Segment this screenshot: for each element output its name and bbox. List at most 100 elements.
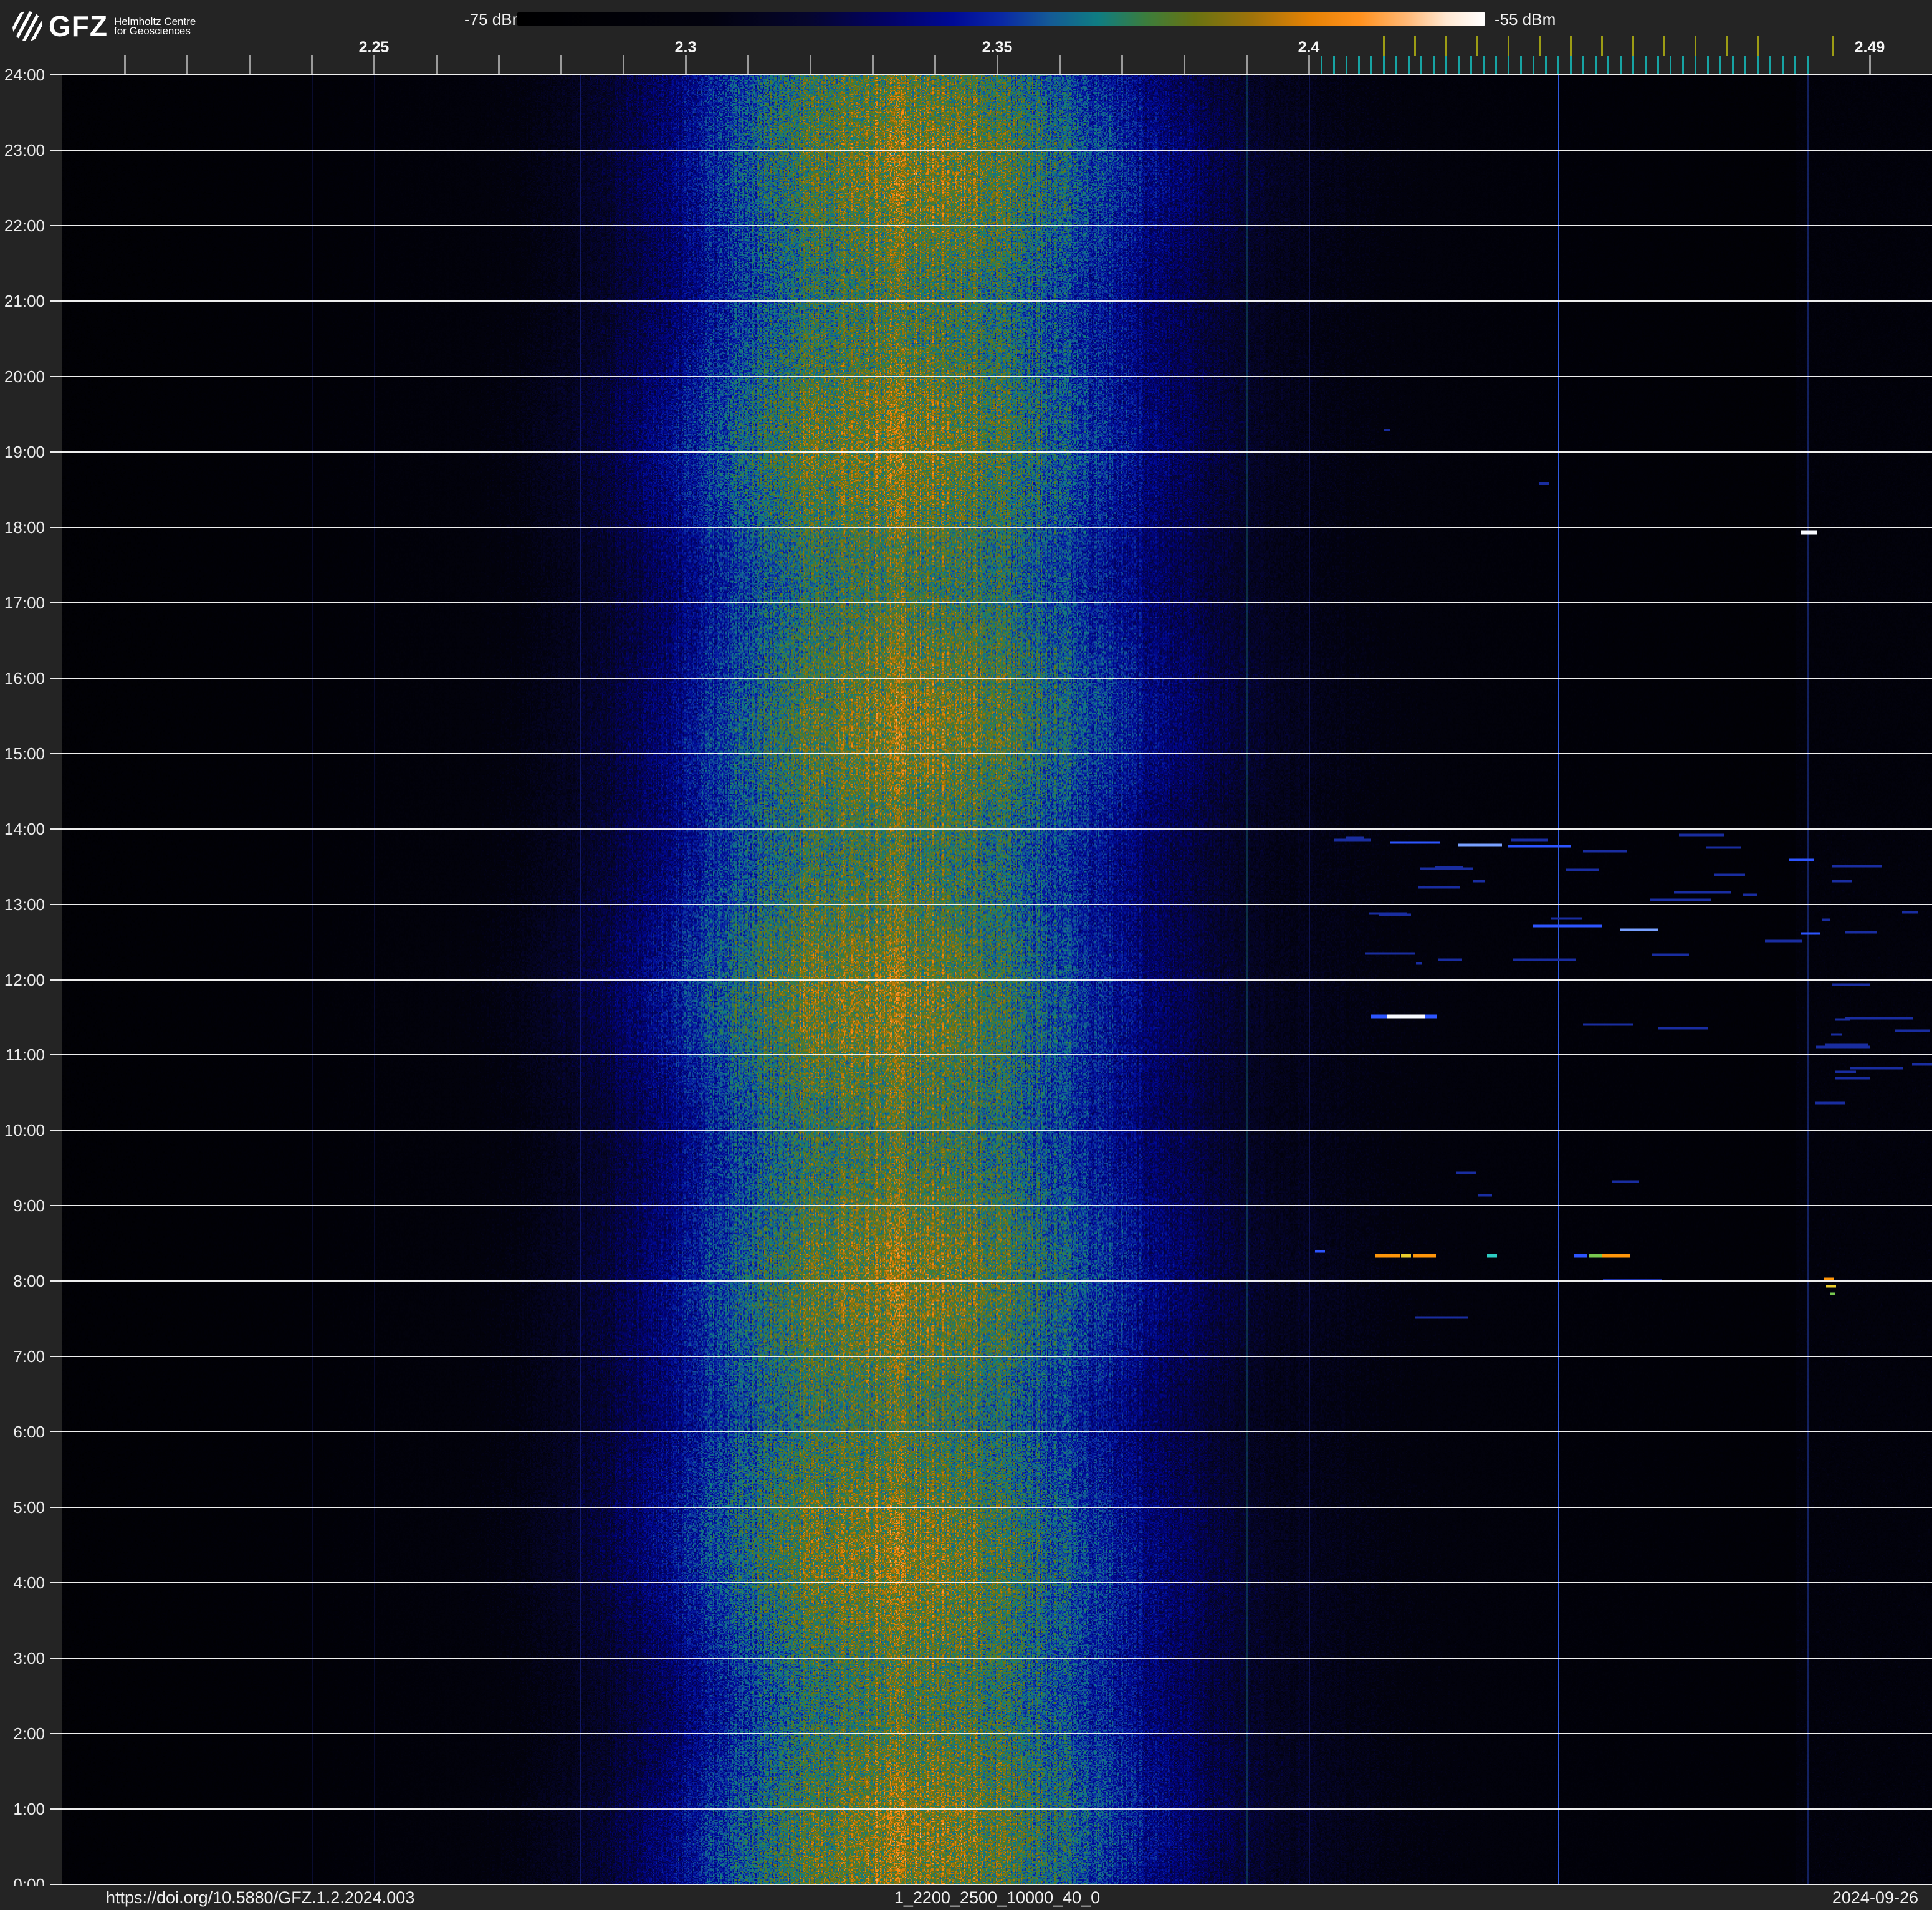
- bluetooth-channel-tick: [1345, 56, 1347, 74]
- bluetooth-channel-tick: [1794, 56, 1796, 74]
- hour-tick-label: 9:00: [13, 1196, 45, 1216]
- freq-tick: [560, 55, 562, 74]
- hour-tick-label: 20:00: [4, 367, 45, 386]
- hour-gridline: [50, 1130, 1932, 1131]
- hour-tick-label: 19:00: [4, 442, 45, 461]
- wifi-channel-tick: [1538, 36, 1541, 56]
- bluetooth-channel-tick: [1694, 56, 1696, 74]
- hour-gridline: [50, 300, 1932, 302]
- wifi-channel-tick: [1382, 36, 1385, 56]
- hour-tick-label: 23:00: [4, 140, 45, 160]
- bluetooth-channel-tick: [1494, 56, 1497, 74]
- wifi-channel-tick: [1694, 36, 1696, 56]
- wifi-channel-tick: [1725, 36, 1728, 56]
- bluetooth-channel-tick: [1457, 56, 1460, 74]
- hour-gridline: [50, 752, 1932, 754]
- bluetooth-channel-tick: [1557, 56, 1559, 74]
- wifi-channel-tick: [1507, 36, 1509, 56]
- bluetooth-channel-tick: [1382, 56, 1385, 74]
- wifi-channel-tick: [1756, 36, 1759, 56]
- bluetooth-channel-tick: [1320, 56, 1322, 74]
- hour-gridline: [50, 224, 1932, 226]
- hour-tick-label: 18:00: [4, 517, 45, 537]
- colorbar: [517, 12, 1485, 26]
- hour-gridline: [50, 1205, 1932, 1207]
- wifi-channel-tick: [1569, 36, 1572, 56]
- gfz-tagline-line2: for Geosciences: [113, 25, 191, 37]
- spectrogram-page: GFZ Helmholtz Centre for Geosciences -75…: [0, 0, 1932, 1910]
- bluetooth-channel-tick: [1706, 56, 1709, 74]
- bluetooth-channel-tick: [1470, 56, 1472, 74]
- hour-tick-label: 24:00: [4, 65, 45, 84]
- hour-tick-label: 22:00: [4, 216, 45, 235]
- freq-tick: [248, 55, 251, 74]
- wifi-channel-tick: [1413, 36, 1416, 56]
- hour-gridline: [50, 1582, 1932, 1584]
- hour-gridline: [50, 149, 1932, 151]
- gfz-logo: GFZ Helmholtz Centre for Geosciences: [12, 11, 196, 41]
- hour-tick-label: 6:00: [13, 1423, 45, 1442]
- freq-tick: [871, 55, 874, 74]
- bluetooth-channel-tick: [1669, 56, 1671, 74]
- hour-tick-label: 13:00: [4, 895, 45, 914]
- bluetooth-channel-tick: [1482, 56, 1485, 74]
- wifi-channel-tick: [1476, 36, 1478, 56]
- hour-gridline: [50, 1280, 1932, 1282]
- bluetooth-channel-tick: [1445, 56, 1447, 74]
- hour-tick-label: 8:00: [13, 1272, 45, 1291]
- hour-gridline: [50, 1356, 1932, 1358]
- hour-gridline: [50, 602, 1932, 603]
- freq-tick-label: 2.25: [358, 39, 390, 56]
- bluetooth-channel-tick: [1756, 56, 1759, 74]
- hour-gridline: [50, 1808, 1932, 1810]
- bluetooth-channel-tick: [1407, 56, 1410, 74]
- hour-tick-label: 2:00: [13, 1724, 45, 1744]
- hour-gridline: [50, 526, 1932, 528]
- hour-tick-label: 21:00: [4, 291, 45, 310]
- wifi-channel-tick: [1600, 36, 1603, 56]
- bluetooth-channel-tick: [1432, 56, 1435, 74]
- freq-tick: [373, 55, 375, 74]
- bluetooth-channel-tick: [1731, 56, 1734, 74]
- hour-tick-label: 7:00: [13, 1347, 45, 1366]
- freq-tick: [934, 55, 936, 74]
- freq-tick: [996, 55, 998, 74]
- bluetooth-channel-tick: [1569, 56, 1572, 74]
- hour-gridline: [50, 903, 1932, 905]
- colorbar-max-label: -55 dBm: [1494, 10, 1556, 29]
- hour-tick-label: 10:00: [4, 1121, 45, 1140]
- hour-gridline: [50, 1884, 1932, 1885]
- freq-tick-label: 2.4: [1298, 39, 1320, 56]
- freq-tick: [809, 55, 811, 74]
- hour-tick-label: 15:00: [4, 744, 45, 763]
- wifi-channel-tick: [1663, 36, 1665, 56]
- hour-gridline: [50, 1507, 1932, 1509]
- freq-tick-label: 2.3: [674, 39, 697, 56]
- freq-tick: [435, 55, 438, 74]
- freq-tick: [186, 55, 188, 74]
- bluetooth-channel-tick: [1744, 56, 1746, 74]
- hour-gridline: [50, 375, 1932, 377]
- date-label: 2024-09-26: [1832, 1888, 1918, 1907]
- hour-gridline: [50, 451, 1932, 453]
- bluetooth-channel-tick: [1370, 56, 1372, 74]
- wifi-channel-tick: [1831, 36, 1834, 56]
- bluetooth-channel-tick: [1532, 56, 1534, 74]
- freq-tick: [1308, 55, 1310, 74]
- hour-tick-label: 11:00: [5, 1045, 45, 1065]
- hour-gridline: [50, 828, 1932, 830]
- colorbar-min-label: -75 dBm: [464, 10, 526, 29]
- bluetooth-channel-tick: [1769, 56, 1771, 74]
- hour-gridline: [50, 1054, 1932, 1056]
- freq-tick-label: 2.35: [982, 39, 1013, 56]
- wifi-channel-tick: [1445, 36, 1447, 56]
- footer-bar: https://doi.org/10.5880/GFZ.1.2.2024.003…: [0, 1886, 1932, 1910]
- freq-tick: [747, 55, 749, 74]
- freq-tick: [123, 55, 126, 74]
- bluetooth-channel-tick: [1644, 56, 1647, 74]
- wifi-channel-tick: [1632, 36, 1634, 56]
- freq-tick: [1058, 55, 1061, 74]
- hour-gridline: [50, 979, 1932, 981]
- bluetooth-channel-tick: [1607, 56, 1609, 74]
- hour-tick-label: 16:00: [4, 668, 45, 688]
